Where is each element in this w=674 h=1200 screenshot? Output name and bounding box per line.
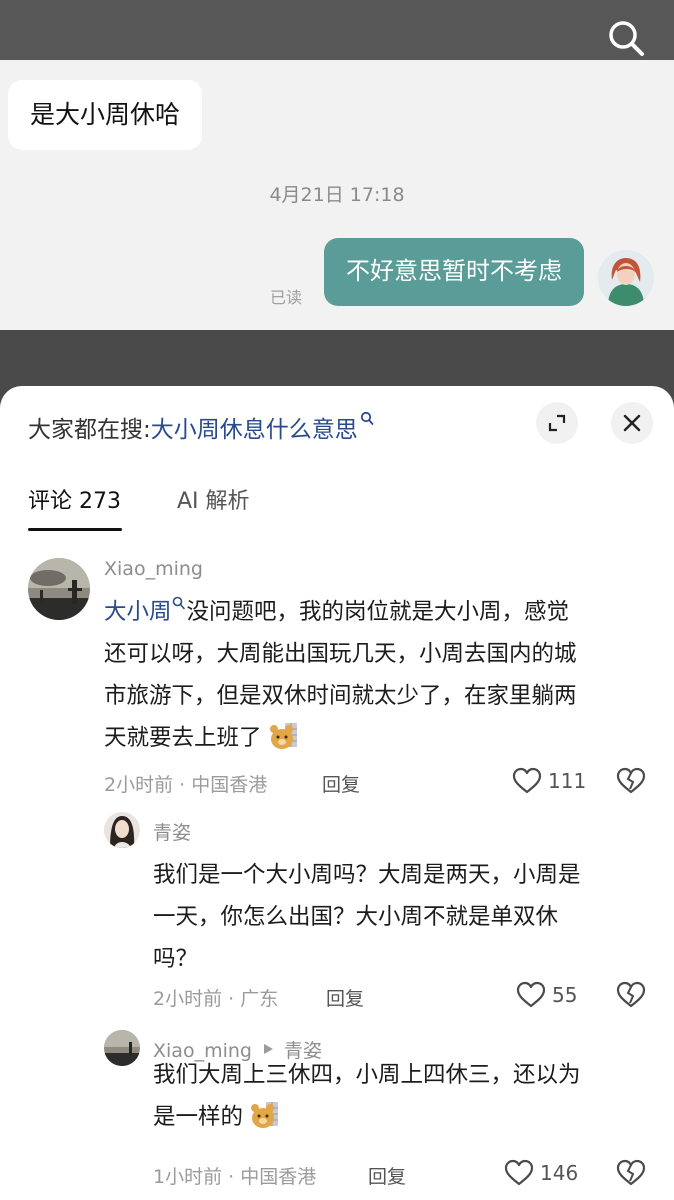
comment-link-term[interactable]: 大小周 <box>104 599 172 625</box>
reply-button[interactable]: 回复 <box>322 770 360 797</box>
incoming-message[interactable]: 是大小周休哈 <box>8 80 203 150</box>
comment-item: 青姿 我们是一个大小周吗？大周是两天，小周是 一天，你怎么出国？大小周不就是单双… <box>0 812 674 1012</box>
comment-text-line: 我们是一个大小周吗？大周是两天，小周是 <box>153 862 581 888</box>
comment-text-line: 天就要去上班了 <box>104 725 262 751</box>
comment-text-line: 没问题吧，我的岗位就是大小周，感觉 <box>186 599 570 625</box>
expand-icon <box>548 414 566 432</box>
avatar[interactable] <box>104 812 140 848</box>
read-status: 已读 <box>270 288 303 307</box>
tab-comments[interactable]: 评论 273 <box>28 482 121 522</box>
avatar[interactable] <box>598 250 654 306</box>
trending-search[interactable]: 大家都在搜:大小周休息什么意思 <box>28 410 374 450</box>
close-button[interactable] <box>611 402 653 444</box>
active-tab-indicator <box>28 528 122 531</box>
expand-button[interactable] <box>536 402 578 444</box>
avatar[interactable] <box>28 558 90 620</box>
comment-text-line: 市旅游下，但是双休时间就太少了，在家里躺两 <box>104 683 577 709</box>
comment-text: 大小周 没问题吧，我的岗位就是大小周，感觉 还可以呀，大周能出国玩几天，小周去国内… <box>104 591 664 759</box>
tab-ai-analysis[interactable]: AI 解析 <box>177 482 250 522</box>
trending-search-prefix: 大家都在搜: <box>28 417 151 443</box>
top-bar <box>0 0 674 60</box>
comment-username[interactable]: 青姿 <box>153 818 191 845</box>
comment-text: 我们是一个大小周吗？大周是两天，小周是 一天，你怎么出国？大小周不就是单双休 吗… <box>153 854 663 980</box>
heart-icon <box>512 767 542 794</box>
comment-sheet: 大家都在搜:大小周休息什么意思 评论 273 AI 解析 Xiao_ming 大… <box>0 386 674 1200</box>
comment-meta: 1小时前 · 中国香港 <box>153 1166 317 1188</box>
like-button[interactable]: 111 <box>512 766 586 796</box>
broken-heart-icon[interactable] <box>616 766 646 796</box>
comment-meta: 2小时前 · 广东 <box>153 988 279 1010</box>
like-count: 55 <box>552 983 578 1007</box>
chat-area: 是大小周休哈 4月21日 17:18 已读 不好意思暂时不考虑 <box>0 60 674 330</box>
chat-timestamp: 4月21日 17:18 <box>269 184 405 206</box>
comment-meta: 2小时前 · 中国香港 <box>104 774 268 796</box>
bear-emoji <box>251 1102 279 1128</box>
bear-emoji <box>269 723 297 749</box>
like-button[interactable]: 146 <box>504 1158 578 1188</box>
search-icon <box>360 411 374 425</box>
broken-heart-icon[interactable] <box>616 1158 646 1188</box>
comment-username[interactable]: Xiao_ming <box>104 558 203 580</box>
outgoing-message[interactable]: 不好意思暂时不考虑 <box>324 238 584 306</box>
search-icon[interactable] <box>606 18 646 58</box>
like-count: 111 <box>548 769 587 793</box>
comment-text-line: 一天，你怎么出国？大小周不就是单双休 <box>153 904 559 930</box>
close-icon <box>623 414 641 432</box>
comment-text: 我们大周上三休四，小周上四休三，还以为 是一样的 <box>153 1054 663 1138</box>
comment-text-line: 还可以呀，大周能出国玩几天，小周去国内的城 <box>104 641 577 667</box>
trending-search-term[interactable]: 大小周休息什么意思 <box>151 417 358 443</box>
heart-icon <box>516 981 546 1008</box>
comment-text-line: 是一样的 <box>153 1104 244 1130</box>
tab-bar: 评论 273 AI 解析 <box>0 482 674 532</box>
comment-text-line: 吗？ <box>153 946 199 972</box>
reply-button[interactable]: 回复 <box>368 1162 406 1189</box>
like-count: 146 <box>540 1161 579 1185</box>
search-icon <box>172 596 185 610</box>
comment-item: Xiao_ming 大小周 没问题吧，我的岗位就是大小周，感觉 还可以呀，大周能出… <box>0 556 674 796</box>
heart-icon <box>504 1159 534 1186</box>
broken-heart-icon[interactable] <box>616 980 646 1010</box>
comment-item: Xiao_ming 青姿 我们大周上三休四，小周上四休三，还以为 是一样的 1小时… <box>0 1030 674 1200</box>
avatar[interactable] <box>104 1030 140 1066</box>
like-button[interactable]: 55 <box>516 980 577 1010</box>
reply-button[interactable]: 回复 <box>326 984 364 1011</box>
comment-text-line: 我们大周上三休四，小周上四休三，还以为 <box>153 1062 581 1088</box>
